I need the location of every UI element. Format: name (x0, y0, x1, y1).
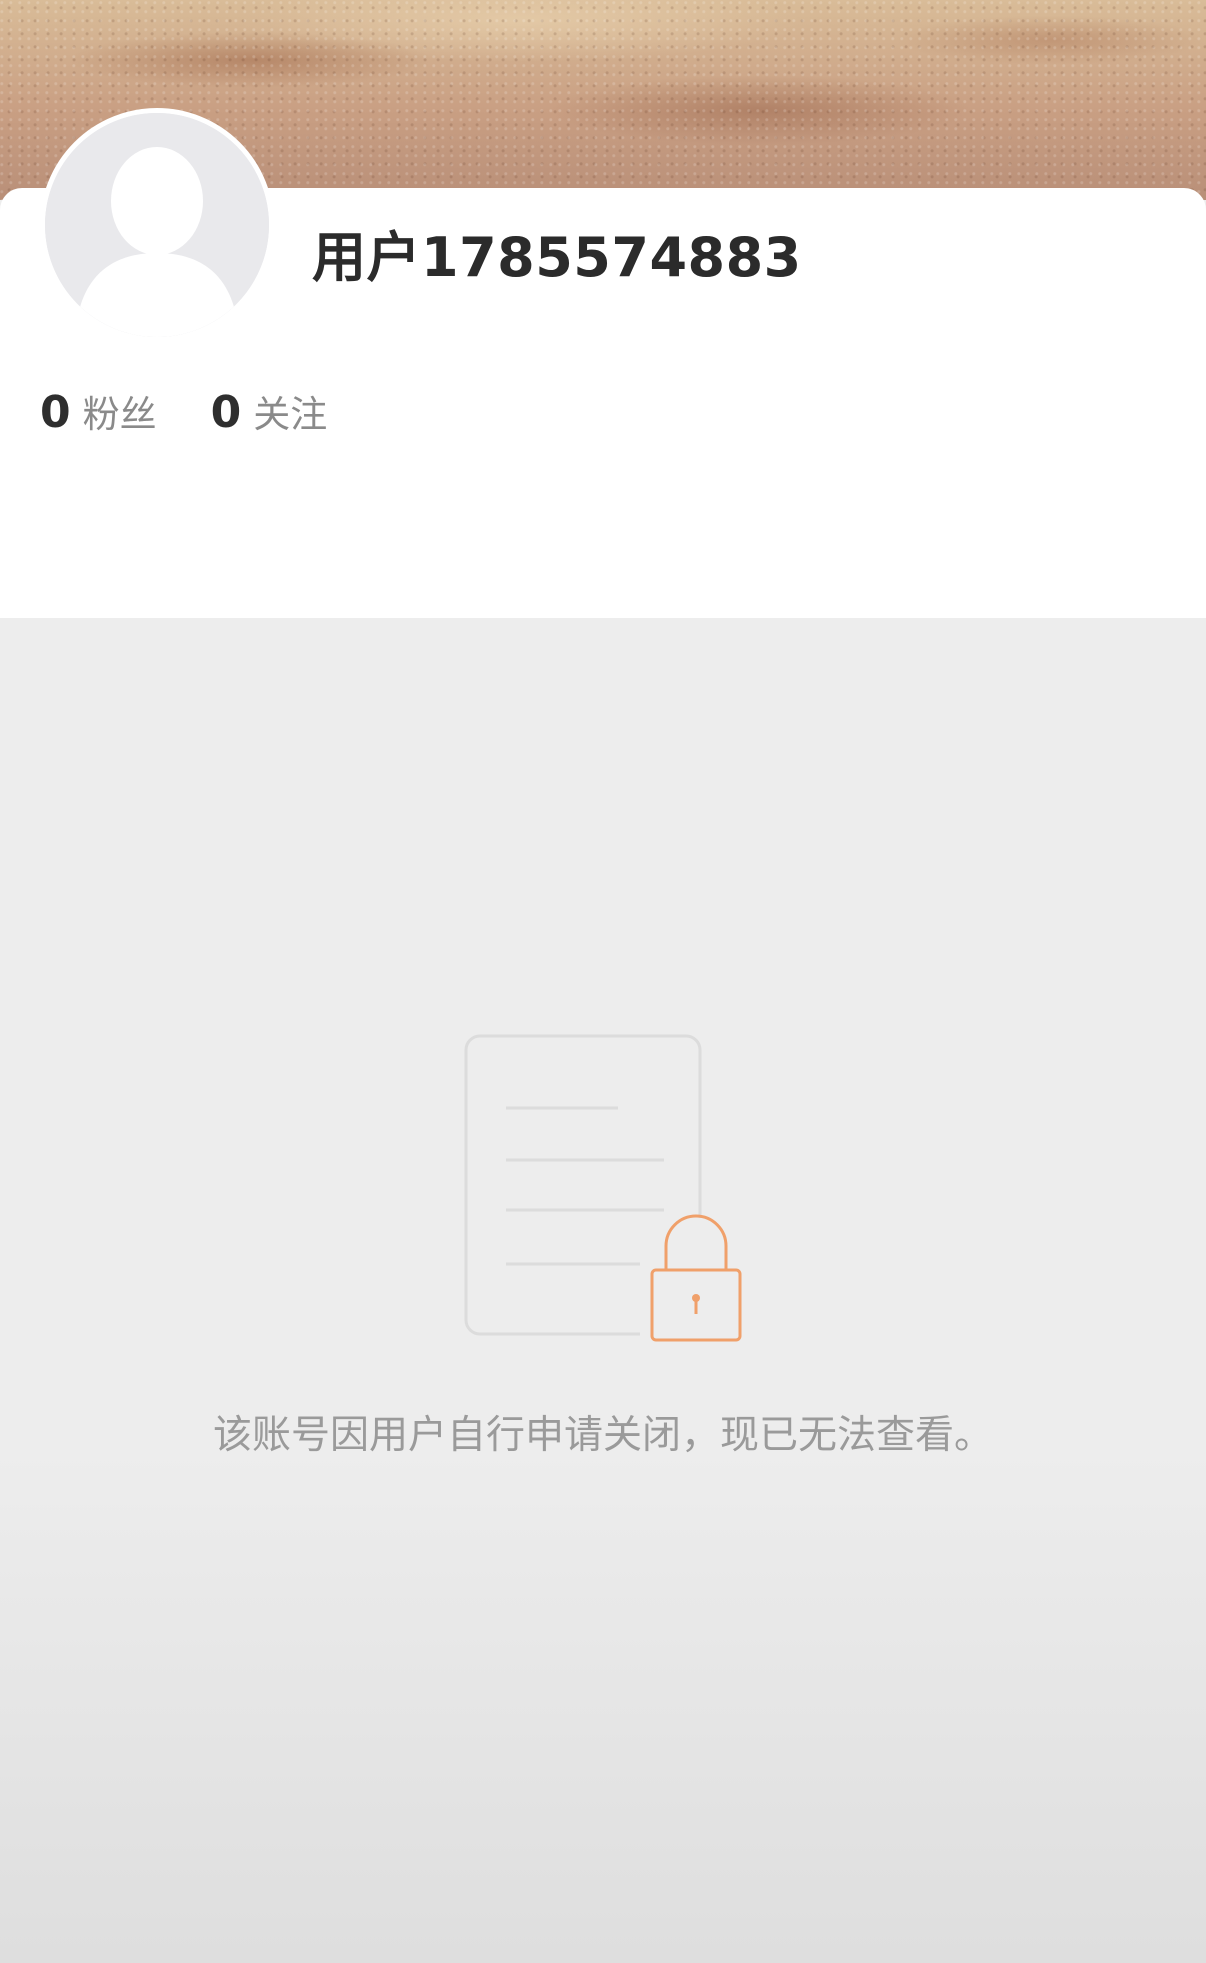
avatar[interactable] (40, 108, 274, 342)
default-avatar-icon (45, 113, 269, 337)
followers-label: 粉丝 (82, 393, 157, 436)
following-label: 关注 (253, 393, 328, 436)
following-count: 0 (210, 387, 242, 438)
followers-stat[interactable]: 0 粉丝 (40, 384, 157, 438)
document-lock-icon (464, 1034, 748, 1344)
account-closed-message: 该账号因用户自行申请关闭，现已无法查看。 (212, 1413, 993, 1458)
username: 用户1785574883 (312, 226, 802, 289)
profile-stats: 0 粉丝 0 关注 (40, 384, 381, 440)
followers-count: 0 (40, 387, 71, 438)
following-stat[interactable]: 0 关注 (211, 384, 328, 438)
